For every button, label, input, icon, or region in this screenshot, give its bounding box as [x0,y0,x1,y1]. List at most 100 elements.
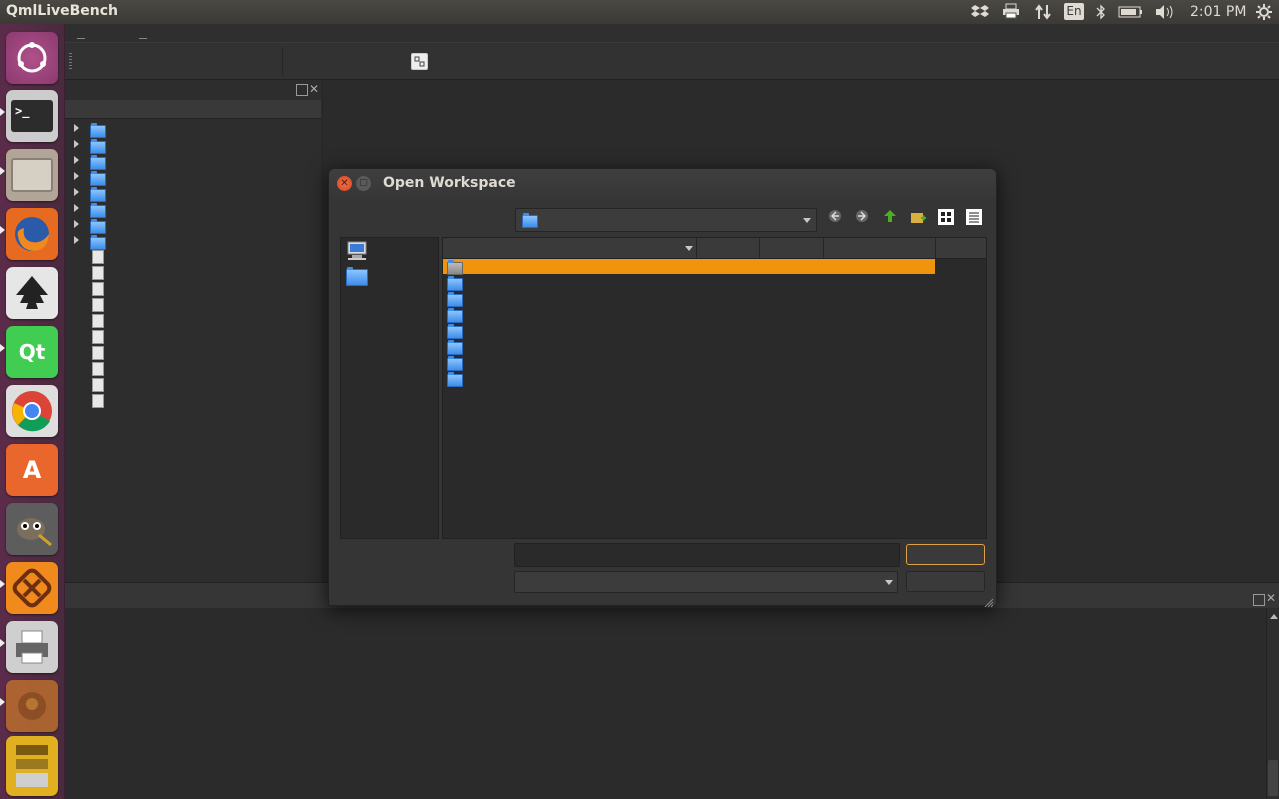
qt-creator-icon[interactable]: Qt [6,326,58,378]
ubuntu-dash-icon[interactable] [6,32,58,84]
chrome-icon[interactable] [6,385,58,437]
folder-icon[interactable] [447,372,463,387]
dialog-title: Open Workspace [383,175,516,191]
file-icon[interactable] [92,346,104,360]
files-icon[interactable] [6,149,58,201]
home-folder-icon[interactable] [346,267,368,286]
forward-button[interactable] [852,209,872,229]
stack-app-icon[interactable] [6,736,58,796]
look-in-combo[interactable] [515,208,817,232]
file-icon[interactable] [92,394,104,408]
open-button[interactable] [906,544,985,565]
running-indicator [0,108,5,116]
folder-icon[interactable] [90,235,106,250]
expand-arrow-icon[interactable] [74,236,79,244]
inkscape-icon[interactable] [6,267,58,319]
software-center-icon[interactable]: A [6,444,58,496]
folder-icon[interactable] [447,292,463,307]
dialog-titlebar: ✕ □ Open Workspace [329,169,996,199]
clock[interactable]: 2:01 PM [1190,4,1246,20]
printer-icon[interactable] [1002,3,1020,23]
volume-icon[interactable] [1154,3,1176,25]
scroll-up-icon[interactable] [1270,614,1278,619]
terminal-icon[interactable]: >_ [6,90,58,142]
app-title: QmlLiveBench [6,3,119,19]
expand-arrow-icon[interactable] [74,156,79,164]
file-icon[interactable] [92,298,104,312]
sort-indicator-icon [685,246,693,251]
file-icon[interactable] [92,250,104,264]
xampp-icon[interactable] [6,562,58,614]
log-scrollbar[interactable] [1266,608,1279,799]
expand-arrow-icon[interactable] [74,188,79,196]
folder-icon[interactable] [90,139,106,154]
folder-icon[interactable] [447,356,463,371]
chevron-down-icon [803,218,811,223]
maximize-button[interactable]: □ [356,176,371,191]
printer-app-icon[interactable] [6,621,58,673]
file-icon[interactable] [92,314,104,328]
folder-icon[interactable] [447,340,463,355]
resize-grip-icon[interactable] [984,593,994,608]
detail-view-button[interactable] [964,209,984,229]
chevron-down-icon [885,580,893,585]
unknown-app-icon[interactable] [6,680,58,732]
file-icon[interactable] [92,266,104,280]
expand-arrow-icon[interactable] [74,124,79,132]
bluetooth-icon[interactable] [1096,3,1106,25]
selected-row[interactable] [443,259,935,275]
file-list-header [443,238,986,259]
gear-icon[interactable] [1255,3,1273,25]
expand-arrow-icon[interactable] [74,204,79,212]
workspace-tree [74,122,114,412]
scroll-thumb[interactable] [1268,760,1278,796]
close-icon[interactable]: ✕ [1266,591,1276,605]
folder-icon[interactable] [447,308,463,323]
keyboard-layout-indicator[interactable]: En [1064,3,1084,20]
gimp-icon[interactable] [6,503,58,555]
close-icon[interactable]: ✕ [309,82,319,96]
close-button[interactable]: ✕ [337,176,352,191]
float-icon[interactable] [296,84,308,96]
folder-icon [522,213,538,228]
folder-icon[interactable] [90,203,106,218]
expand-arrow-icon[interactable] [74,172,79,180]
file-icon[interactable] [92,282,104,296]
open-workspace-dialog: ✕ □ Open Workspace [328,168,997,608]
back-button[interactable] [825,209,845,229]
tree-header [65,100,321,119]
expand-arrow-icon[interactable] [74,220,79,228]
folder-icon[interactable] [447,324,463,339]
file-icon[interactable] [92,362,104,376]
battery-icon[interactable] [1118,3,1144,25]
parent-directory-button[interactable] [880,209,900,229]
folder-icon[interactable] [447,276,463,291]
cancel-button[interactable] [906,571,985,592]
folder-icon[interactable] [90,219,106,234]
dropbox-icon[interactable] [971,3,989,23]
file-list [442,237,987,539]
file-icon[interactable] [92,378,104,392]
network-icon[interactable] [1034,3,1052,25]
float-icon[interactable] [1253,594,1265,606]
log-output [65,608,1265,799]
menu-bar [65,24,1279,42]
folder-icon[interactable] [90,155,106,170]
icon-view-button[interactable] [936,209,956,229]
computer-icon[interactable] [346,241,368,265]
firefox-icon[interactable] [6,208,58,260]
folder-icon [447,260,463,275]
file-type-combo[interactable] [514,571,898,593]
top-panel: QmlLiveBench En 2:01 PM [0,0,1279,24]
toolbar-handle[interactable] [69,53,72,69]
folder-icon[interactable] [90,187,106,202]
expand-arrow-icon[interactable] [74,140,79,148]
new-folder-button[interactable] [908,209,928,229]
file-name-field[interactable] [514,543,900,567]
folder-icon[interactable] [90,123,106,138]
places-sidebar [340,237,439,539]
refresh-icon[interactable] [411,53,428,70]
folder-icon[interactable] [90,171,106,186]
file-icon[interactable] [92,330,104,344]
toolbar [65,42,1279,80]
